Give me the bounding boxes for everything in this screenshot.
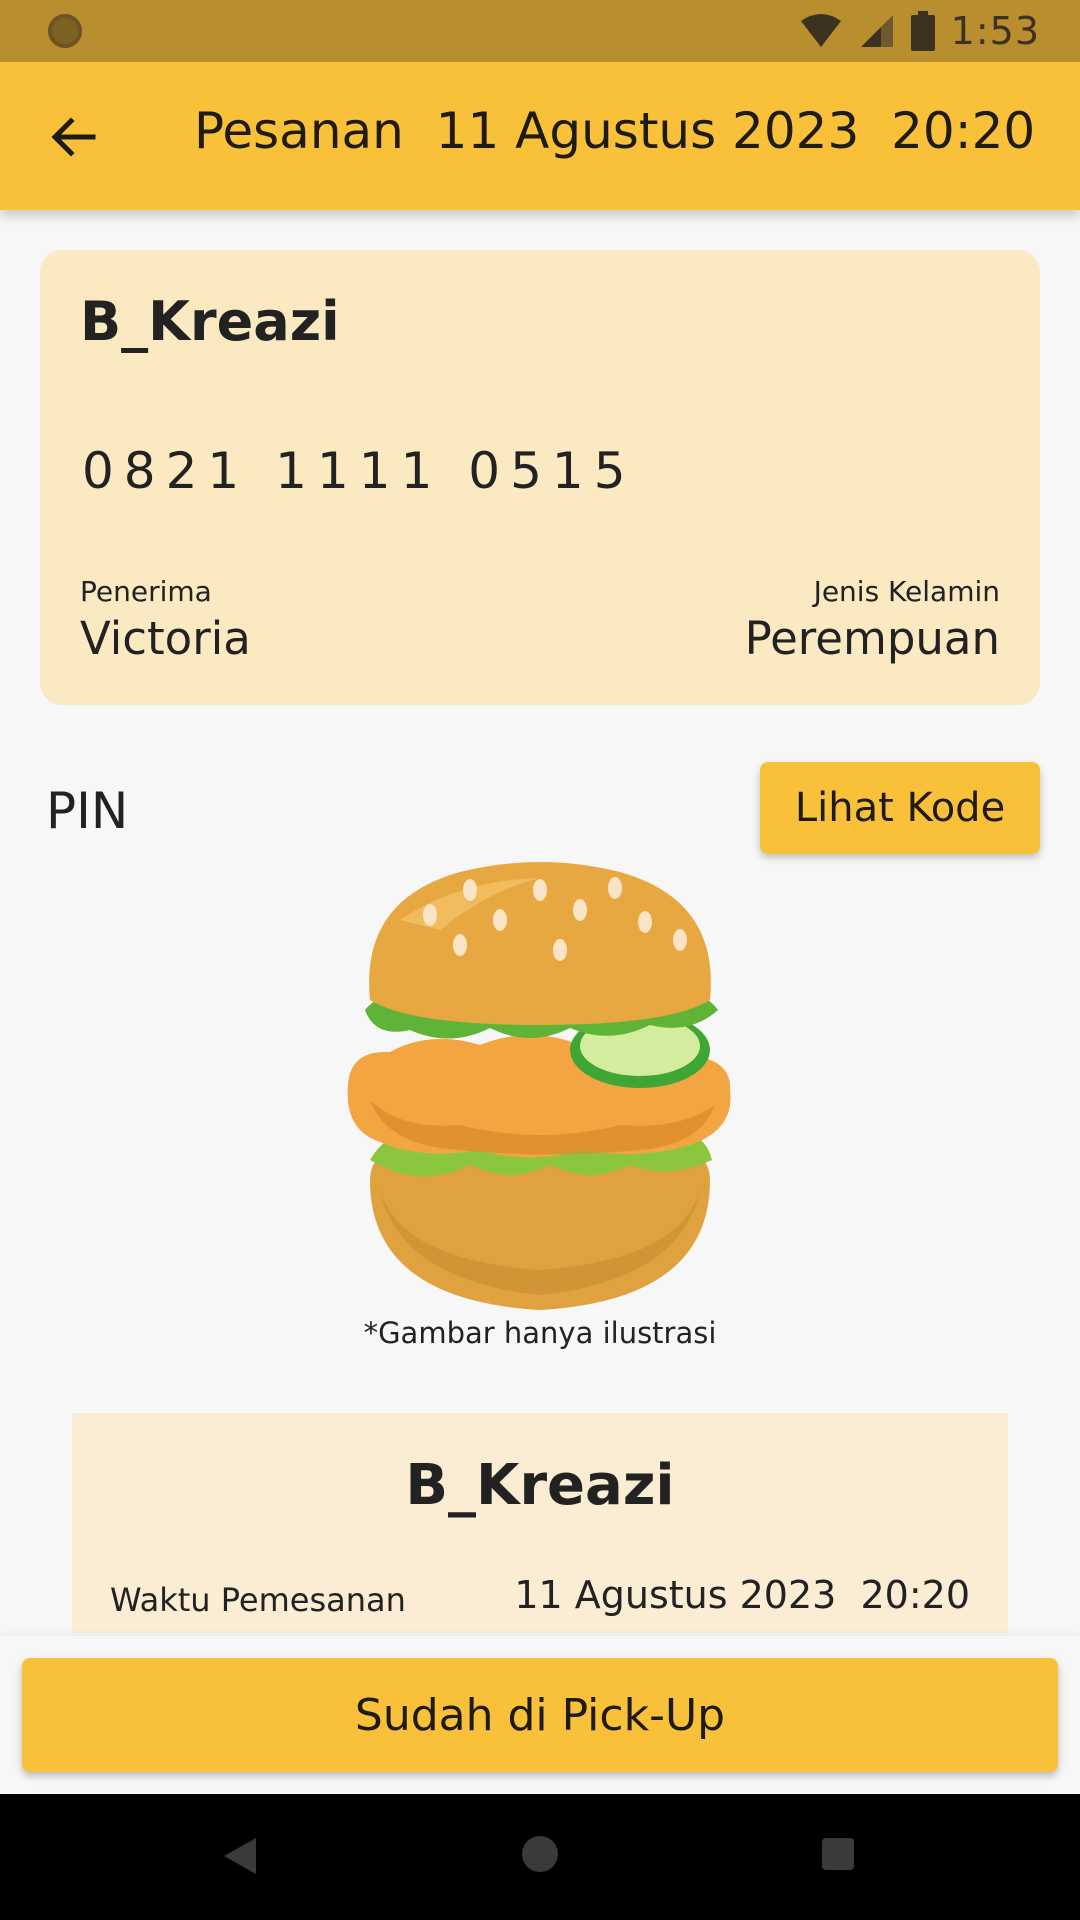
view-code-button[interactable]: Lihat Kode (760, 762, 1040, 854)
nav-back-icon[interactable] (222, 1836, 258, 1876)
recipient-label: Penerima (80, 575, 212, 608)
app-bar: Pesanan 11 Agustus 2023 20:20 (0, 62, 1080, 210)
pin-label: PIN (46, 782, 129, 840)
battery-icon (910, 11, 935, 51)
illustration-caption: *Gambar hanya ilustrasi (363, 1316, 717, 1350)
signal-icon (860, 15, 893, 47)
status-icons: 1:53 (799, 9, 1040, 53)
wifi-icon (800, 14, 841, 47)
status-time: 1:53 (950, 9, 1040, 53)
bottom-action-bar: Sudah di Pick-Up (0, 1636, 1080, 1794)
arrow-left-icon (51, 117, 96, 157)
notification-icon (48, 14, 82, 48)
order-summary: B_Kreazi Waktu Pemesanan 11 Agustus 2023… (72, 1413, 1008, 1633)
gender-value: Perempuan (744, 612, 1000, 665)
gender-label: Jenis Kelamin (813, 575, 1000, 608)
picked-up-button[interactable]: Sudah di Pick-Up (22, 1658, 1058, 1772)
order-time-value: 11 Agustus 2023 20:20 (514, 1573, 970, 1617)
order-time-label: Waktu Pemesanan (110, 1581, 406, 1619)
nav-home-icon[interactable] (522, 1836, 558, 1872)
recipient-value: Victoria (80, 612, 251, 665)
customer-card: B_Kreazi 0821 1111 0515 Penerima Victori… (40, 250, 1040, 705)
back-button[interactable] (38, 102, 108, 172)
customer-name: B_Kreazi (80, 290, 340, 353)
summary-name: B_Kreazi (405, 1453, 675, 1518)
system-nav-bar (0, 1794, 1080, 1920)
nav-recents-icon[interactable] (822, 1838, 854, 1870)
page-title: Pesanan 11 Agustus 2023 20:20 (194, 102, 1036, 160)
burger-illustration (347, 862, 731, 1310)
customer-phone: 0821 1111 0515 (82, 442, 636, 500)
status-bar: 1:53 (0, 0, 1080, 62)
